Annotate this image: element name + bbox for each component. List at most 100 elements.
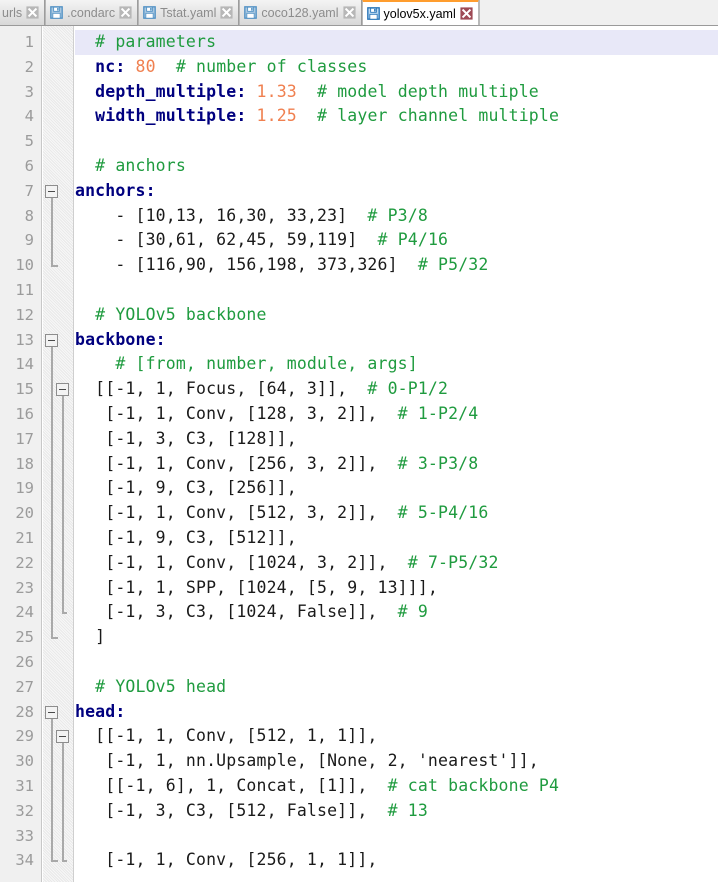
token-num: 1.25 xyxy=(246,106,297,126)
code-line[interactable]: anchors: xyxy=(75,179,718,204)
code-line[interactable]: [-1, 1, nn.Upsample, [None, 2, 'nearest'… xyxy=(75,749,718,774)
tab-urls[interactable]: urls xyxy=(0,0,46,25)
code-line[interactable]: - [116,90, 156,198, 373,326] # P5/32 xyxy=(75,253,718,278)
token-plain: ] xyxy=(75,627,106,647)
code-text-area[interactable]: # parameters nc: 80 # number of classes … xyxy=(75,26,718,882)
token-comment: # 7-P5/32 xyxy=(387,552,499,572)
close-icon[interactable] xyxy=(119,6,132,19)
code-line[interactable]: # YOLOv5 head xyxy=(75,675,718,700)
tab-coco128-yaml[interactable]: coco128.yaml xyxy=(239,0,362,25)
token-comment: # YOLOv5 head xyxy=(75,676,227,696)
line-number: 5 xyxy=(24,132,34,151)
code-line[interactable]: [-1, 1, SPP, [1024, [5, 9, 13]]], xyxy=(75,576,718,601)
token-key: head: xyxy=(75,701,126,721)
backbone-fold-toggle[interactable] xyxy=(45,333,58,347)
close-icon[interactable] xyxy=(342,6,356,19)
code-line[interactable]: [-1, 3, C3, [1024, False]], # 9 xyxy=(75,600,718,625)
code-line[interactable] xyxy=(75,650,718,675)
code-line[interactable]: [-1, 1, Conv, [256, 1, 1]], xyxy=(75,848,718,873)
line-number: 29 xyxy=(15,727,34,746)
code-line[interactable]: # YOLOv5 backbone xyxy=(75,303,718,328)
line-number: 1 xyxy=(24,33,34,51)
line-number: 33 xyxy=(15,826,34,845)
token-plain: [-1, 1, Conv, [256, 1, 1]], xyxy=(75,850,378,870)
code-line[interactable]: - [10,13, 16,30, 33,23] # P3/8 xyxy=(75,204,718,229)
token-comment: # anchors xyxy=(75,155,186,175)
line-number: 6 xyxy=(24,157,34,175)
tab-label: .condarc xyxy=(67,5,116,20)
close-icon[interactable] xyxy=(220,6,233,19)
code-line[interactable]: [-1, 3, C3, [128]], xyxy=(75,427,718,452)
token-plain: [-1, 1, Conv, [128, 3, 2]], xyxy=(75,403,378,423)
code-line[interactable]: # [from, number, module, args] xyxy=(75,352,718,377)
line-number: 25 xyxy=(15,628,34,647)
code-line[interactable]: - [30,61, 62,45, 59,119] # P4/16 xyxy=(75,228,718,253)
backbone-list-fold-toggle[interactable] xyxy=(56,383,69,397)
code-line[interactable]: width_multiple: 1.25 # layer channel mul… xyxy=(75,104,718,129)
code-line[interactable]: [[-1, 1, Conv, [512, 1, 1]], xyxy=(75,724,718,749)
code-editor[interactable]: 1 2 3 4 5 6 7 8 9 10 11 12 13 14 15 16 17 18 19 20 21 22 23 24 2… xyxy=(0,26,718,882)
code-line[interactable]: [-1, 1, Conv, [512, 3, 2]], # 5-P4/16 xyxy=(75,501,718,526)
close-icon[interactable] xyxy=(460,7,473,20)
token-key: depth_multiple: xyxy=(75,81,247,101)
token-comment: # 5-P4/16 xyxy=(377,503,489,523)
line-number: 12 xyxy=(15,305,34,324)
code-line[interactable] xyxy=(75,824,718,849)
head-list-fold-toggle[interactable] xyxy=(56,730,69,744)
token-key: backbone: xyxy=(75,329,166,349)
token-comment: # parameters xyxy=(75,32,217,51)
token-num: 1.33 xyxy=(246,81,297,101)
token-plain: [-1, 3, C3, [1024, False]], xyxy=(75,602,378,622)
tab-tstat-yaml[interactable]: Tstat.yaml xyxy=(138,0,240,25)
save-icon xyxy=(244,6,258,19)
code-line[interactable]: [[-1, 1, Focus, [64, 3]], # 0-P1/2 xyxy=(75,377,718,402)
line-number: 17 xyxy=(15,429,34,448)
code-line[interactable]: [-1, 9, C3, [512]], xyxy=(75,526,718,551)
token-comment: # 9 xyxy=(377,602,428,622)
close-icon[interactable] xyxy=(26,6,39,19)
token-plain: [-1, 9, C3, [512]], xyxy=(75,527,297,547)
code-line[interactable]: [-1, 9, C3, [256]], xyxy=(75,476,718,501)
tab-yolov5x-yaml[interactable]: yolov5x.yaml xyxy=(361,0,479,25)
save-icon xyxy=(366,7,380,20)
code-line[interactable]: # anchors xyxy=(75,154,718,179)
code-line[interactable] xyxy=(75,129,718,154)
line-number: 23 xyxy=(15,578,34,597)
token-comment: # 0-P1/2 xyxy=(347,379,449,399)
save-icon xyxy=(143,6,156,19)
tab-label: coco128.yaml xyxy=(261,5,339,20)
head-fold-toggle[interactable] xyxy=(45,705,58,719)
fold-margin[interactable] xyxy=(43,26,74,882)
line-number: 16 xyxy=(15,405,34,423)
token-plain: [-1, 3, C3, [512, False]], xyxy=(75,800,368,820)
token-comment: # model depth multiple xyxy=(296,81,539,101)
tab-condarc[interactable]: .condarc xyxy=(45,0,139,25)
code-line[interactable]: [[-1, 6], 1, Concat, [1]], # cat backbon… xyxy=(75,774,718,799)
token-plain: [[-1, 6], 1, Concat, [1]], xyxy=(75,775,368,795)
token-comment: # P4/16 xyxy=(357,230,449,250)
token-comment: # layer channel multiple xyxy=(296,106,560,126)
code-line[interactable]: ] xyxy=(75,625,718,650)
code-line[interactable] xyxy=(75,278,718,303)
code-line[interactable]: [-1, 1, Conv, [256, 3, 2]], # 3-P3/8 xyxy=(75,452,718,477)
token-comment: # YOLOv5 backbone xyxy=(75,304,267,324)
line-number: 30 xyxy=(15,752,34,771)
code-line[interactable]: backbone: xyxy=(75,328,718,353)
token-comment: # number of classes xyxy=(155,56,368,76)
token-plain: - [10,13, 16,30, 33,23] xyxy=(75,205,348,225)
code-line[interactable]: [-1, 1, Conv, [1024, 3, 2]], # 7-P5/32 xyxy=(75,551,718,576)
code-line[interactable]: [-1, 1, Conv, [128, 3, 2]], # 1-P2/4 xyxy=(75,402,718,427)
anchors-fold-toggle[interactable] xyxy=(45,184,58,198)
token-key: nc: xyxy=(75,56,126,76)
code-line[interactable]: [-1, 3, C3, [512, False]], # 13 xyxy=(75,799,718,824)
code-line[interactable]: nc: 80 # number of classes xyxy=(75,55,718,80)
code-line[interactable]: head: xyxy=(75,700,718,725)
code-line[interactable]: depth_multiple: 1.33 # model depth multi… xyxy=(75,80,718,105)
token-plain: [-1, 1, SPP, [1024, [5, 9, 13]]], xyxy=(75,577,439,597)
token-comment: # 1-P2/4 xyxy=(377,403,479,423)
line-number: 22 xyxy=(15,553,34,572)
token-comment: # P3/8 xyxy=(347,205,428,225)
token-num: 80 xyxy=(125,56,156,76)
line-number: 4 xyxy=(24,107,34,126)
code-line[interactable]: # parameters xyxy=(75,30,718,55)
